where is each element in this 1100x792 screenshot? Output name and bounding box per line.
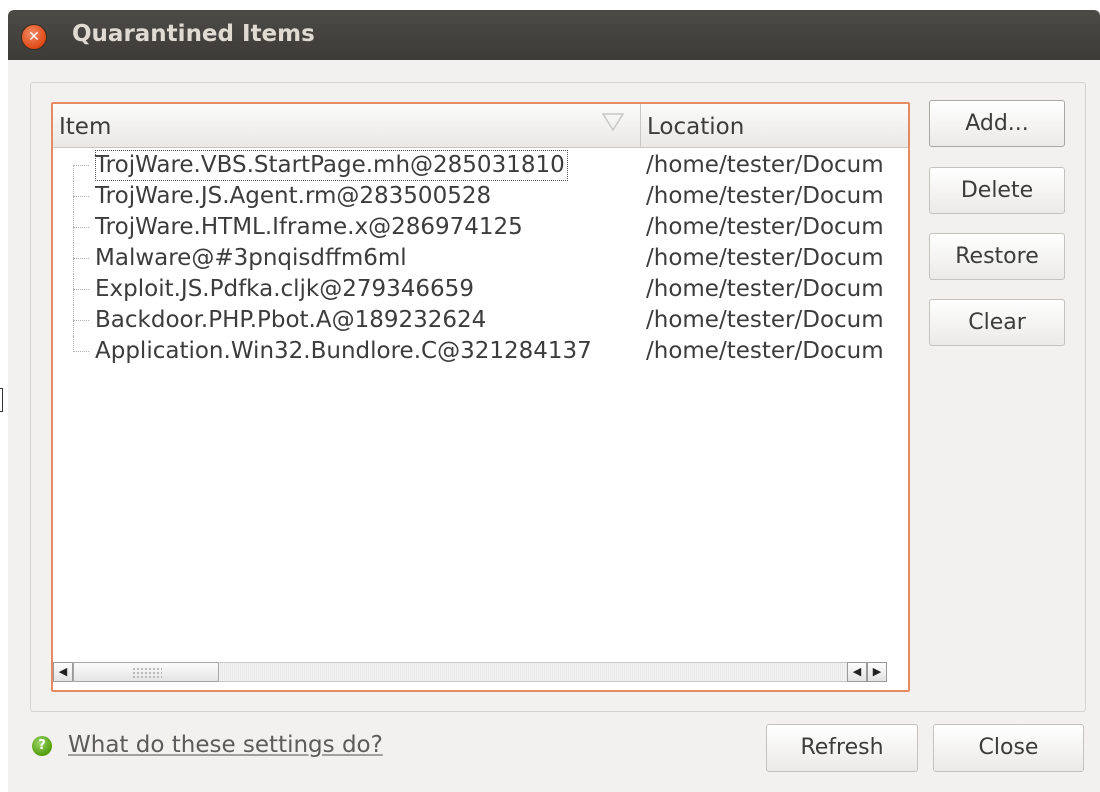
item-name: Application.Win32.Bundlore.C@321284137 bbox=[95, 338, 592, 364]
item-location: /home/tester/Docum bbox=[646, 152, 884, 178]
tree-branch-line bbox=[73, 196, 89, 197]
horizontal-scrollbar[interactable]: ◀ ◀ ▶ bbox=[53, 658, 908, 688]
item-name: Exploit.JS.Pdfka.cljk@279346659 bbox=[95, 276, 474, 302]
tree-branch-line bbox=[73, 336, 74, 352]
titlebar: ✕ Quarantined Items bbox=[8, 10, 1100, 60]
column-header-location[interactable]: Location bbox=[641, 104, 908, 148]
column-header-item-label: Item bbox=[59, 114, 112, 140]
item-location: /home/tester/Docum bbox=[646, 183, 884, 209]
help-icon: ? bbox=[32, 736, 52, 756]
tree-branch-line bbox=[73, 165, 89, 166]
column-header-item[interactable]: Item bbox=[53, 104, 641, 148]
item-name: Malware@#3pnqisdffm6ml bbox=[95, 245, 407, 271]
item-location: /home/tester/Docum bbox=[646, 245, 884, 271]
item-location: /home/tester/Docum bbox=[646, 307, 884, 333]
window-title: Quarantined Items bbox=[72, 21, 315, 47]
scroll-right-icon[interactable]: ▶ bbox=[867, 662, 887, 682]
tree-branch-line bbox=[73, 165, 74, 181]
tree-branch-line bbox=[73, 320, 89, 321]
table-row[interactable]: TrojWare.VBS.StartPage.mh@285031810 /hom… bbox=[53, 150, 908, 181]
quarantine-tree[interactable]: Item Location TrojWare.VBS.StartPage.mh@… bbox=[51, 102, 910, 692]
tree-branch-line bbox=[73, 258, 89, 259]
close-icon[interactable]: ✕ bbox=[22, 25, 46, 49]
scroll-left-icon[interactable]: ◀ bbox=[53, 662, 73, 682]
column-header-location-label: Location bbox=[647, 114, 745, 140]
item-name: TrojWare.HTML.Iframe.x@286974125 bbox=[95, 214, 523, 240]
item-location: /home/tester/Docum bbox=[646, 338, 884, 364]
grip-icon bbox=[132, 667, 162, 678]
table-row[interactable]: Application.Win32.Bundlore.C@321284137 /… bbox=[53, 336, 908, 367]
close-button[interactable]: Close bbox=[933, 724, 1084, 772]
scroll-left-icon[interactable]: ◀ bbox=[847, 662, 867, 682]
delete-button[interactable]: Delete bbox=[929, 167, 1065, 214]
scrollbar-thumb[interactable] bbox=[73, 662, 219, 682]
tree-branch-line bbox=[73, 227, 89, 228]
table-row[interactable]: Exploit.JS.Pdfka.cljk@279346659 /home/te… bbox=[53, 274, 908, 305]
tree-branch-line bbox=[73, 351, 89, 352]
table-row[interactable]: Malware@#3pnqisdffm6ml /home/tester/Docu… bbox=[53, 243, 908, 274]
window-edge-fragment bbox=[0, 388, 3, 412]
clear-button[interactable]: Clear bbox=[929, 299, 1065, 346]
sort-indicator-icon bbox=[601, 113, 625, 132]
item-location: /home/tester/Docum bbox=[646, 214, 884, 240]
tree-branch-line bbox=[73, 289, 89, 290]
item-name: TrojWare.JS.Agent.rm@283500528 bbox=[95, 183, 492, 209]
item-location: /home/tester/Docum bbox=[646, 276, 884, 302]
table-row[interactable]: TrojWare.HTML.Iframe.x@286974125 /home/t… bbox=[53, 212, 908, 243]
add-button[interactable]: Add... bbox=[929, 100, 1065, 147]
help-link[interactable]: What do these settings do? bbox=[68, 732, 383, 758]
table-row[interactable]: TrojWare.JS.Agent.rm@283500528 /home/tes… bbox=[53, 181, 908, 212]
item-name: Backdoor.PHP.Pbot.A@189232624 bbox=[95, 307, 487, 333]
item-name: TrojWare.VBS.StartPage.mh@285031810 bbox=[95, 150, 568, 181]
restore-button[interactable]: Restore bbox=[929, 233, 1065, 280]
refresh-button[interactable]: Refresh bbox=[766, 724, 918, 772]
table-row[interactable]: Backdoor.PHP.Pbot.A@189232624 /home/test… bbox=[53, 305, 908, 336]
quarantined-items-dialog: ✕ Quarantined Items Item Location TrojWa… bbox=[8, 10, 1100, 792]
